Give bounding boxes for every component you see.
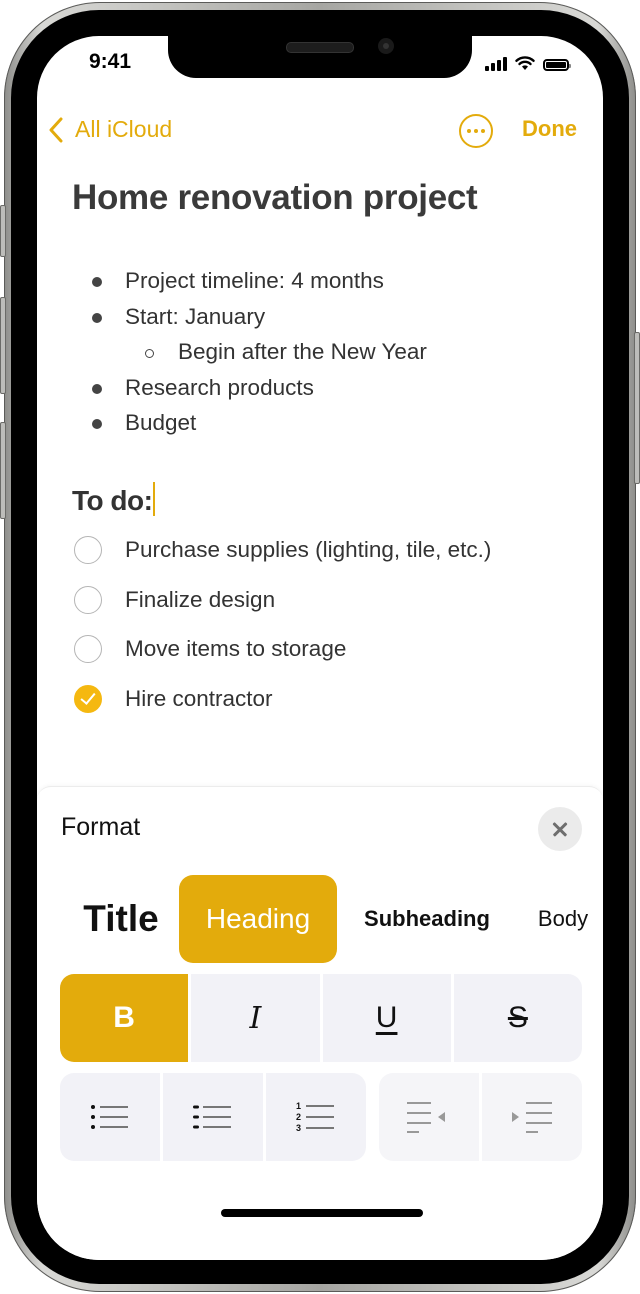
navigation-bar: All iCloud Done [37, 114, 603, 150]
bullet-text: Budget [125, 410, 197, 435]
done-button[interactable]: Done [522, 116, 577, 142]
numbered-list-icon: 1 2 3 [296, 1101, 334, 1133]
checklist-item: Move items to storage [37, 633, 603, 683]
back-button[interactable]: All iCloud [49, 116, 172, 143]
hollow-bullet-icon [145, 349, 154, 358]
bullet-text: Project timeline: 4 months [125, 268, 384, 293]
wifi-icon [515, 56, 535, 70]
front-camera [378, 38, 394, 54]
indent-button[interactable] [482, 1073, 582, 1161]
home-indicator[interactable] [221, 1209, 423, 1217]
bullet-item[interactable]: Project timeline: 4 months [37, 266, 603, 302]
side-button [634, 332, 640, 484]
format-panel: Format Title Heading Subheading Body B I… [37, 786, 603, 1260]
status-time: 9:41 [89, 50, 132, 73]
screen: 9:41 All iCloud Done Home renovation pro… [37, 36, 603, 1260]
bullet-icon [92, 312, 102, 323]
bullet-list: Project timeline: 4 months Start: Januar… [37, 266, 603, 444]
format-title: Format [61, 813, 141, 841]
more-options-button[interactable] [459, 114, 493, 148]
back-label: All iCloud [75, 116, 173, 142]
ellipsis-dot [474, 129, 478, 133]
close-format-button[interactable] [538, 807, 582, 851]
speaker-grille [286, 42, 354, 53]
checklist-item: Hire contractor [37, 683, 603, 733]
checklist-text[interactable]: Move items to storage [125, 636, 346, 662]
paragraph-style-picker: Title Heading Subheading Body [37, 875, 603, 963]
underline-button[interactable]: U [322, 974, 451, 1062]
dashed-list-button[interactable] [163, 1073, 263, 1161]
text-style-segment: B I U S [60, 974, 582, 1062]
sub-bullet-item[interactable]: Begin after the New Year [37, 337, 603, 373]
battery-icon [543, 59, 571, 71]
strikethrough-button[interactable]: S [453, 974, 582, 1062]
bold-button[interactable]: B [60, 974, 189, 1062]
style-heading-selected[interactable]: Heading [179, 875, 337, 963]
bullet-icon [92, 277, 102, 287]
ellipsis-dot [481, 129, 485, 133]
bullet-text: Research products [125, 374, 314, 400]
bullet-text: Start: January [125, 303, 266, 329]
checklist: Purchase supplies (lighting, tile, etc.)… [37, 534, 603, 733]
status-icons [485, 56, 571, 71]
chevron-left-icon [49, 117, 63, 142]
dashed-list-icon [193, 1105, 231, 1129]
bulleted-list-button[interactable] [60, 1073, 160, 1161]
outdent-icon [407, 1102, 445, 1133]
outdent-button[interactable] [379, 1073, 479, 1161]
bullet-item[interactable]: Start: January [37, 302, 603, 338]
bulleted-list-icon [91, 1105, 128, 1129]
checklist-item: Finalize design [37, 584, 603, 634]
mute-switch [0, 205, 6, 257]
style-title[interactable]: Title [73, 875, 169, 963]
bullet-icon [92, 383, 102, 394]
style-subheading[interactable]: Subheading [349, 875, 505, 963]
style-body[interactable]: Body [531, 875, 595, 963]
bullet-item[interactable]: Research products [37, 373, 603, 409]
todo-heading-text: To do: [72, 485, 153, 516]
volume-down-button [0, 422, 6, 519]
list-style-segment: 1 2 3 [60, 1073, 366, 1161]
svg-text:3: 3 [296, 1123, 301, 1133]
svg-text:1: 1 [296, 1101, 301, 1111]
indent-icon [512, 1102, 552, 1133]
checklist-text[interactable]: Purchase supplies (lighting, tile, etc.) [125, 537, 491, 563]
checklist-item: Purchase supplies (lighting, tile, etc.) [37, 534, 603, 584]
indent-segment [379, 1073, 582, 1161]
checklist-text[interactable]: Finalize design [125, 587, 275, 613]
checkbox-unchecked[interactable] [74, 536, 102, 564]
checkbox-checked[interactable] [74, 685, 102, 714]
text-cursor [153, 482, 156, 516]
ellipsis-dot [467, 129, 471, 133]
italic-button[interactable]: I [191, 974, 320, 1062]
checklist-text[interactable]: Hire contractor [125, 686, 273, 712]
bullet-icon [92, 419, 102, 429]
numbered-list-button[interactable]: 1 2 3 [266, 1073, 366, 1161]
bullet-text: Begin after the New Year [178, 339, 427, 364]
notch [168, 36, 472, 78]
volume-up-button [0, 297, 6, 394]
svg-text:2: 2 [296, 1112, 301, 1122]
cellular-signal-icon [485, 57, 507, 71]
note-title[interactable]: Home renovation project [72, 178, 478, 218]
checkbox-unchecked[interactable] [74, 635, 102, 664]
bullet-item[interactable]: Budget [37, 408, 603, 444]
checkbox-unchecked[interactable] [74, 585, 102, 614]
todo-heading[interactable]: To do: [72, 482, 156, 517]
